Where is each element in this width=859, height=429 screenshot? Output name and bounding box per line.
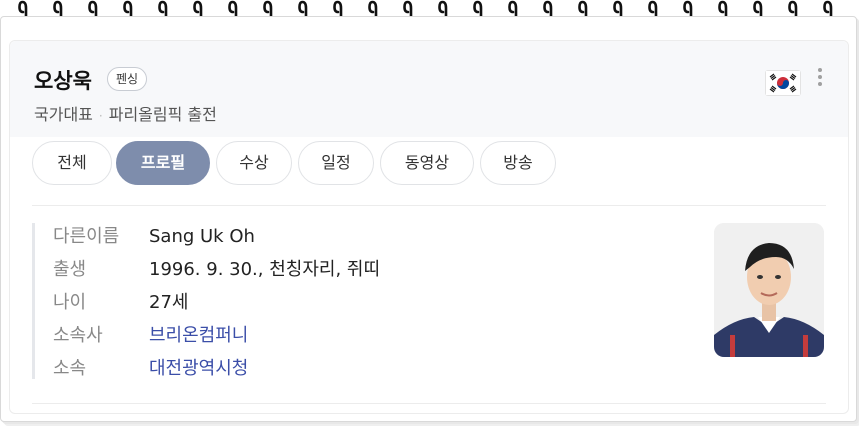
more-vertical-icon[interactable] [810,67,830,97]
athlete-subtitle: 국가대표 · 파리올림픽 출전 [34,101,217,125]
info-value: Sang Uk Oh [149,226,255,247]
subtitle-olympics: 파리올림픽 출전 [108,105,217,124]
info-label: 출생 [53,259,87,280]
athlete-name[interactable]: 오상욱 [34,65,92,95]
profile-header: 오상욱 펜싱 국가대표 · 파리올림픽 출전 [10,41,848,137]
tab-all[interactable]: 전체 [32,141,112,185]
agency-link[interactable]: 브리온컴퍼니 [149,322,248,350]
tab-schedule[interactable]: 일정 [298,141,374,185]
south-korea-flag-icon [766,71,800,95]
info-value: 27세 [149,292,189,313]
info-label: 다른이름 [53,226,120,247]
tab-profile[interactable]: 프로필 [116,141,210,185]
profile-info-list: 다른이름 Sang Uk Oh 출생 1996. 9. 30., 천칭자리, 쥐… [32,223,695,379]
tab-broadcast[interactable]: 방송 [480,141,556,185]
bottom-divider [32,403,826,404]
sport-badge: 펜싱 [107,67,148,91]
tab-videos[interactable]: 동영상 [380,141,474,185]
subtitle-national-team: 국가대표 [34,105,93,124]
tab-awards[interactable]: 수상 [216,141,292,185]
section-divider [32,205,826,206]
subtitle-separator: · [98,109,103,123]
team-link[interactable]: 대전광역시청 [149,355,248,383]
profile-card: 오상욱 펜싱 국가대표 · 파리올림픽 출전 전체 프로필 수상 일정 동영상 … [9,40,849,414]
info-label: 소속 [53,358,87,379]
info-label: 나이 [53,292,87,313]
info-label: 소속사 [53,325,103,346]
info-value: 1996. 9. 30., 천칭자리, 쥐띠 [149,259,381,280]
athlete-photo[interactable] [714,223,824,357]
